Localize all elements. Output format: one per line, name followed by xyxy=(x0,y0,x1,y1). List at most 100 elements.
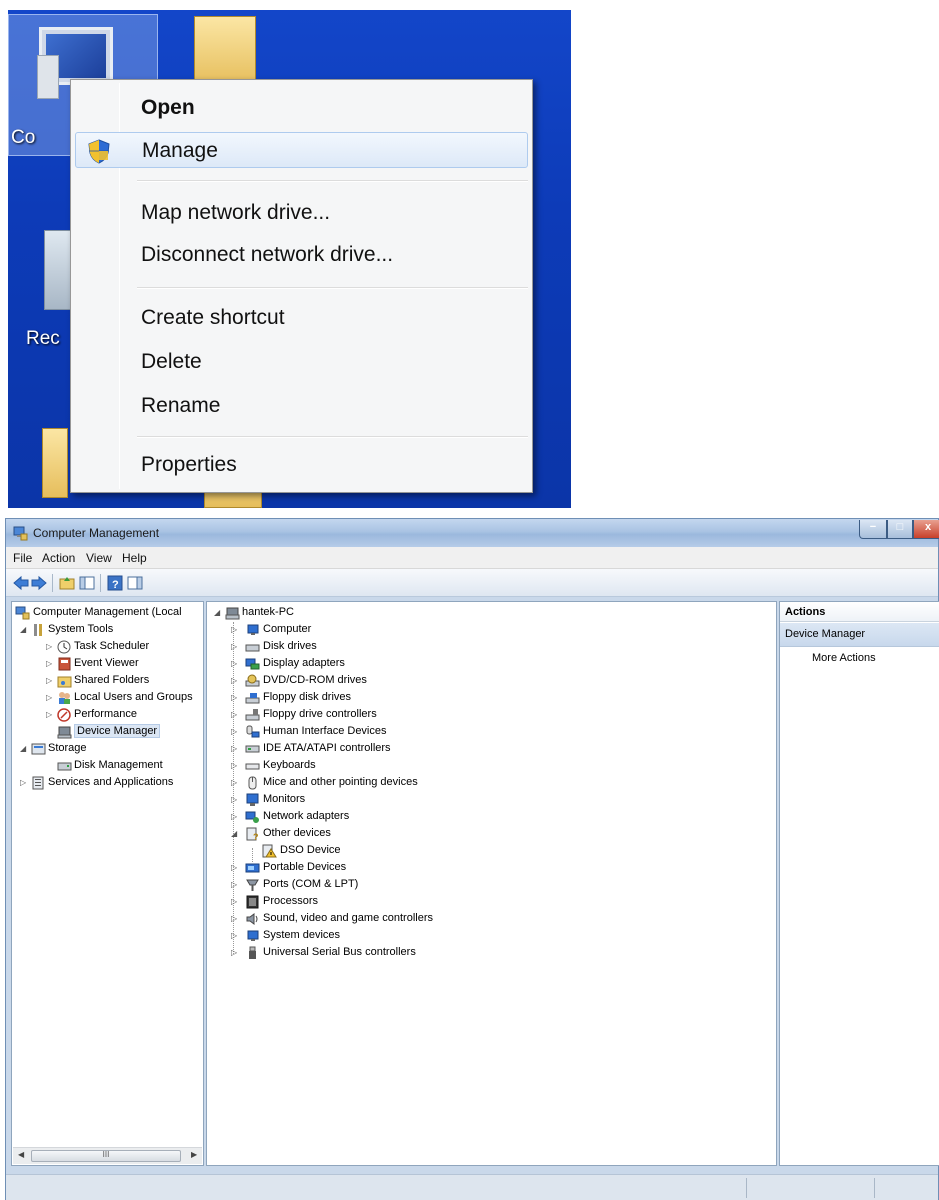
usb-icon xyxy=(249,946,256,959)
menu-item-rename[interactable]: Rename xyxy=(75,388,528,424)
menu-file[interactable]: File xyxy=(13,551,32,565)
expand-arrow-icon[interactable]: ▷ xyxy=(46,641,55,652)
horizontal-scrollbar[interactable]: ◀ III ▶ xyxy=(13,1147,202,1164)
scroll-right-icon[interactable]: ▶ xyxy=(191,1150,197,1159)
actions-section-device-manager[interactable]: Device Manager xyxy=(780,623,939,647)
show-hide-tree-icon[interactable] xyxy=(78,574,96,592)
maximize-button[interactable]: □ xyxy=(887,520,913,539)
port-icon xyxy=(246,879,259,891)
expand-arrow-icon[interactable]: ▷ xyxy=(231,811,240,822)
menu-help[interactable]: Help xyxy=(122,551,147,565)
back-arrow-icon[interactable] xyxy=(12,574,30,592)
event-viewer-icon xyxy=(58,657,71,671)
expand-arrow-icon[interactable]: ▷ xyxy=(46,675,55,686)
close-button[interactable]: x xyxy=(913,520,939,539)
minimize-button[interactable]: − xyxy=(859,520,887,539)
warning-device-icon xyxy=(262,844,277,858)
svg-text:?: ? xyxy=(253,832,259,841)
clock-icon xyxy=(57,640,71,654)
users-icon xyxy=(59,692,70,704)
monitor-icon xyxy=(246,793,259,806)
expand-arrow-icon[interactable]: ▷ xyxy=(231,675,240,686)
expand-arrow-icon[interactable]: ▷ xyxy=(231,641,240,652)
show-hide-action-pane-icon[interactable] xyxy=(126,574,144,592)
computer-icon xyxy=(247,624,259,635)
folder-icon[interactable] xyxy=(42,428,68,498)
forward-arrow-icon[interactable] xyxy=(30,574,48,592)
expand-arrow-icon[interactable]: ▷ xyxy=(231,862,240,873)
collapse-arrow-icon[interactable]: ◢ xyxy=(20,743,29,754)
expand-arrow-icon[interactable]: ▷ xyxy=(231,709,240,720)
desktop: Co Rec Open Manage Map network drive... … xyxy=(8,10,571,508)
expand-arrow-icon[interactable]: ▷ xyxy=(231,896,240,907)
menu-item-properties[interactable]: Properties xyxy=(75,447,528,483)
status-bar xyxy=(6,1174,938,1200)
expand-arrow-icon[interactable]: ▷ xyxy=(231,879,240,890)
expand-arrow-icon[interactable]: ▷ xyxy=(46,692,55,703)
display-adapter-icon xyxy=(245,658,260,670)
actions-pane: Actions Device Manager More Actions xyxy=(779,601,939,1166)
floppy-icon xyxy=(245,693,260,704)
menu-view[interactable]: View xyxy=(86,551,112,565)
menu-item-create-shortcut[interactable]: Create shortcut xyxy=(75,300,528,336)
menu-item-manage[interactable]: Manage xyxy=(75,132,528,168)
hid-icon xyxy=(246,725,260,738)
expand-arrow-icon[interactable]: ▷ xyxy=(231,930,240,941)
storage-icon xyxy=(31,743,46,755)
folder-icon[interactable] xyxy=(194,16,256,86)
window-title: Computer Management xyxy=(33,526,160,540)
expand-arrow-icon[interactable]: ▷ xyxy=(231,692,240,703)
ide-controller-icon xyxy=(245,745,260,753)
menu-item-delete[interactable]: Delete xyxy=(75,344,528,380)
computer-icon xyxy=(225,607,240,620)
expand-arrow-icon[interactable]: ▷ xyxy=(231,777,240,788)
expand-arrow-icon[interactable]: ▷ xyxy=(46,709,55,720)
toolbar: ? xyxy=(6,569,938,597)
scrollbar-thumb[interactable]: III xyxy=(31,1150,181,1162)
portable-device-icon xyxy=(245,863,260,873)
expand-arrow-icon[interactable]: ▷ xyxy=(20,777,29,788)
menu-item-open[interactable]: Open xyxy=(75,90,528,126)
expand-arrow-icon[interactable]: ▷ xyxy=(46,658,55,669)
device-list-pane[interactable]: ◢ hantek-PC ▷ Computer ▷ Disk drives ▷ D… xyxy=(206,601,777,1166)
more-actions-link[interactable]: More Actions xyxy=(812,652,876,664)
expand-arrow-icon[interactable]: ▷ xyxy=(231,760,240,771)
mouse-icon xyxy=(248,776,257,790)
menu-bar: File Action View Help xyxy=(6,547,938,569)
svg-text:?: ? xyxy=(112,579,119,591)
expand-arrow-icon[interactable]: ▷ xyxy=(231,947,240,958)
collapse-arrow-icon[interactable]: ◢ xyxy=(20,624,29,635)
expand-arrow-icon[interactable]: ▷ xyxy=(231,794,240,805)
tools-icon xyxy=(34,624,42,636)
actions-header: Actions xyxy=(780,602,939,622)
computer-management-icon xyxy=(13,526,28,541)
keyboard-icon xyxy=(245,763,260,770)
title-bar[interactable]: Computer Management − □ x xyxy=(6,519,939,547)
system-device-icon xyxy=(247,930,259,941)
collapse-arrow-icon[interactable]: ◢ xyxy=(214,607,223,618)
menu-separator xyxy=(137,436,528,438)
computer-management-window: Computer Management − □ x File Action Vi… xyxy=(5,518,939,1200)
computer-desktop-label: Co xyxy=(11,127,36,148)
recycle-bin-icon[interactable] xyxy=(44,230,72,310)
context-menu: Open Manage Map network drive... Disconn… xyxy=(70,79,533,493)
expand-arrow-icon[interactable]: ▷ xyxy=(231,726,240,737)
help-icon[interactable]: ? xyxy=(106,574,124,592)
expand-arrow-icon[interactable]: ▷ xyxy=(231,658,240,669)
console-tree-pane[interactable]: Computer Management (Local ◢ System Tool… xyxy=(11,601,204,1166)
expand-arrow-icon[interactable]: ▷ xyxy=(231,743,240,754)
tower-icon xyxy=(37,55,59,99)
collapse-arrow-icon[interactable]: ◢ xyxy=(231,828,240,839)
menu-action[interactable]: Action xyxy=(42,551,75,565)
disk-icon xyxy=(57,762,72,771)
expand-arrow-icon[interactable]: ▷ xyxy=(231,624,240,635)
up-folder-icon[interactable] xyxy=(58,574,76,592)
scroll-left-icon[interactable]: ◀ xyxy=(18,1150,24,1159)
computer-management-icon xyxy=(15,606,30,620)
processor-icon xyxy=(246,895,259,909)
expand-arrow-icon[interactable]: ▷ xyxy=(231,913,240,924)
uac-shield-icon xyxy=(88,139,110,164)
floppy-controller-icon xyxy=(245,709,260,721)
menu-item-map-network-drive[interactable]: Map network drive... xyxy=(75,195,528,231)
menu-item-disconnect-network-drive[interactable]: Disconnect network drive... xyxy=(75,237,528,273)
